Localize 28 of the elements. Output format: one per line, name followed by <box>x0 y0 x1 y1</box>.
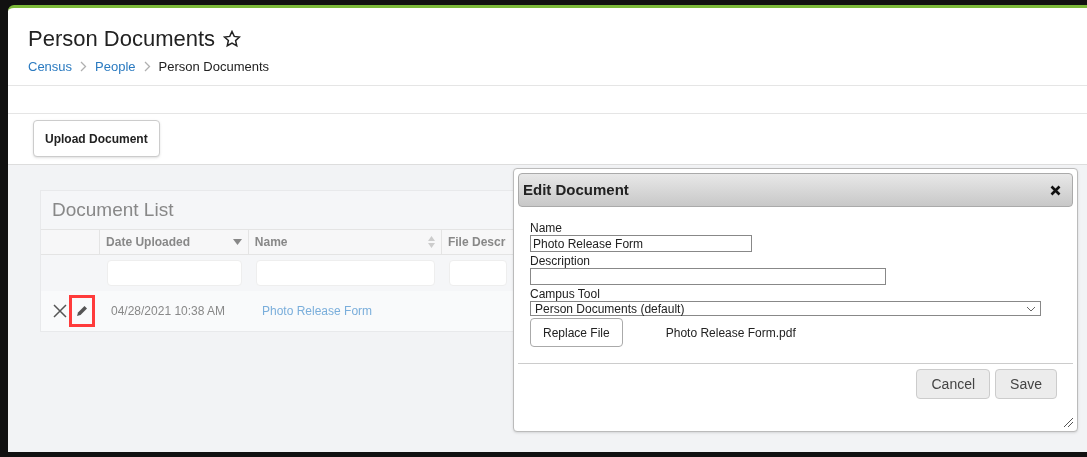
text-field[interactable] <box>530 268 886 285</box>
file-name: Photo Release Form.pdf <box>665 324 796 342</box>
breadcrumb-link[interactable]: Census <box>28 57 73 77</box>
cancel-button[interactable]: Cancel <box>916 369 991 399</box>
text-field[interactable]: Photo Release Form <box>530 235 752 252</box>
chevron-down-icon <box>1026 305 1036 312</box>
field-label: Campus Tool <box>530 287 601 301</box>
star-icon[interactable] <box>223 29 242 48</box>
dialog-title: Edit Document <box>523 179 629 200</box>
replace-file-button[interactable]: Replace File <box>530 318 623 347</box>
close-icon[interactable] <box>53 304 67 318</box>
chevron-right-icon <box>80 61 88 73</box>
sort-down-icon[interactable] <box>232 239 242 245</box>
breadcrumb-current: Person Documents <box>158 58 270 76</box>
campus-tool-select[interactable]: Person Documents (default) <box>530 301 1041 316</box>
chevron-right-icon <box>143 61 151 73</box>
pencil-icon <box>76 305 88 317</box>
close-icon[interactable] <box>1050 184 1061 196</box>
resize-handle-icon[interactable] <box>1063 417 1074 428</box>
save-button[interactable]: Save <box>995 369 1057 399</box>
field-label: Description <box>530 254 592 268</box>
page-title: Person Documents <box>28 25 216 53</box>
edit-button[interactable] <box>69 295 95 327</box>
table-cell-text: 04/28/2021 10:38 AM <box>110 303 227 320</box>
field-label: Name <box>530 221 563 235</box>
upload-button[interactable]: Upload Document <box>33 120 160 157</box>
breadcrumb-link[interactable]: People <box>95 57 136 77</box>
card-title: Document List <box>51 197 175 222</box>
